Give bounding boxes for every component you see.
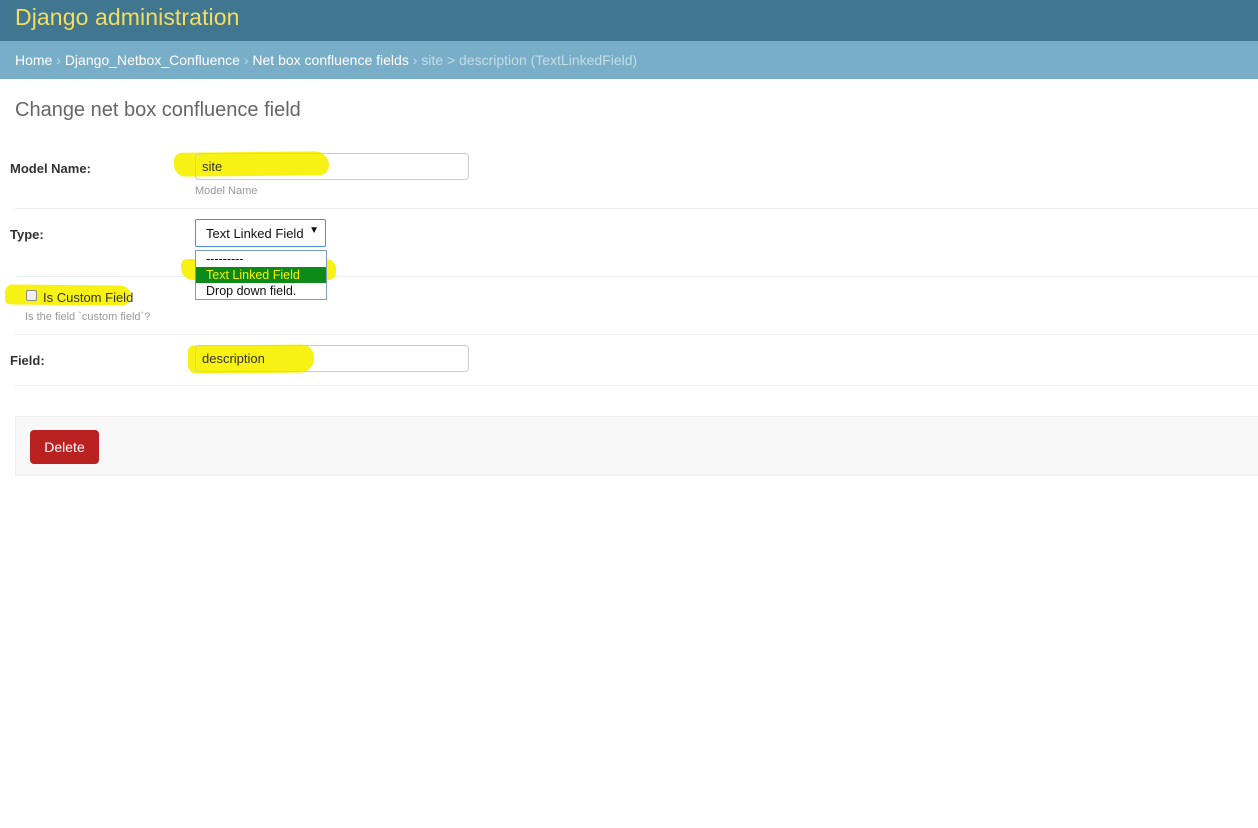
site-header: Django administration	[0, 0, 1258, 41]
type-option-text-linked-field[interactable]: Text Linked Field	[196, 267, 326, 283]
submit-row: Delete	[15, 416, 1258, 476]
breadcrumb-model-link[interactable]: Net box confluence fields	[252, 52, 408, 68]
site-branding[interactable]: Django administration	[15, 4, 240, 31]
type-select[interactable]: Text Linked Field ▼	[195, 219, 326, 247]
field-input[interactable]	[195, 345, 469, 372]
breadcrumb-separator: ›	[412, 52, 418, 68]
delete-button[interactable]: Delete	[30, 430, 99, 464]
caret-down-icon: ▼	[309, 225, 319, 236]
breadcrumb-app-link[interactable]: Django_Netbox_Confluence	[65, 52, 240, 68]
breadcrumb-current: site > description (TextLinkedField)	[421, 52, 638, 68]
type-label: Type:	[10, 227, 44, 242]
breadcrumb-home-link[interactable]: Home	[15, 52, 52, 68]
field-label: Field:	[10, 353, 45, 368]
is-custom-field-label[interactable]: Is Custom Field	[43, 290, 133, 305]
type-select-value: Text Linked Field	[206, 226, 304, 241]
model-name-input[interactable]	[195, 153, 469, 180]
is-custom-field-help: Is the field `custom field`?	[25, 311, 151, 323]
breadcrumb: Home › Django_Netbox_Confluence › Net bo…	[0, 41, 1258, 79]
model-name-label: Model Name:	[10, 161, 91, 176]
breadcrumb-separator: ›	[56, 52, 61, 68]
breadcrumb-separator: ›	[243, 52, 249, 68]
type-dropdown-list: --------- Text Linked Field Drop down fi…	[195, 250, 327, 300]
type-option-empty[interactable]: ---------	[196, 251, 326, 267]
model-name-help: Model Name	[195, 185, 258, 197]
page-title: Change net box confluence field	[15, 99, 301, 121]
type-option-drop-down-field[interactable]: Drop down field.	[196, 283, 326, 299]
is-custom-field-checkbox[interactable]	[26, 290, 37, 301]
